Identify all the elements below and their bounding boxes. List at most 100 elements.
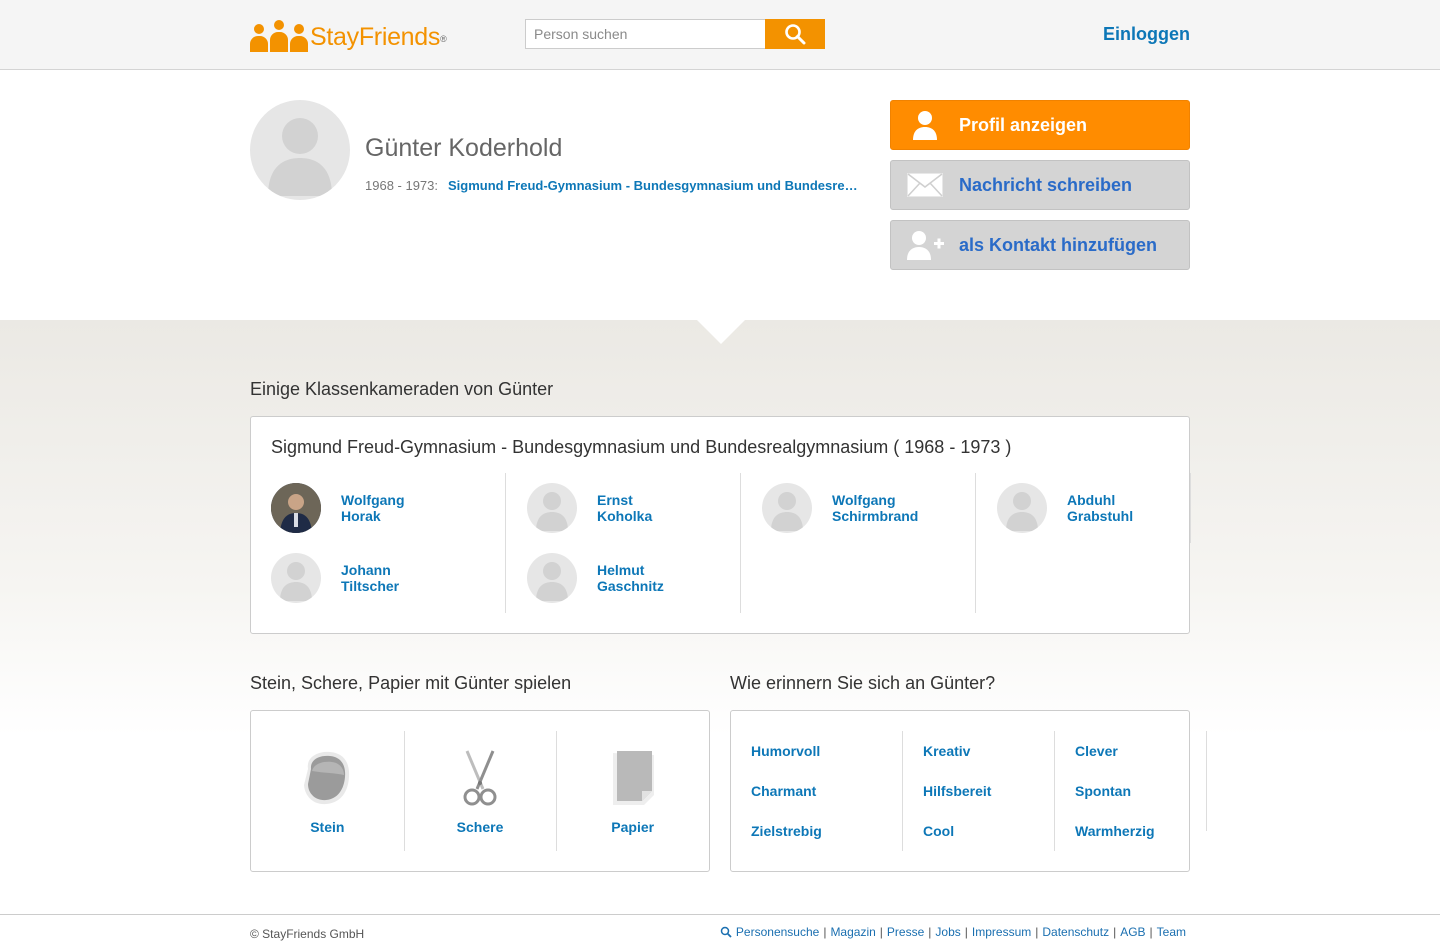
user-placeholder-icon [1006,492,1038,531]
classmate-avatar [271,553,321,603]
paper-label: Papier [611,819,655,835]
user-placeholder-icon [536,562,568,601]
add-contact-label: als Kontakt hinzufügen [959,234,1157,255]
classmate-avatar [527,553,577,603]
stone-option[interactable]: Stein [251,711,404,869]
registered-mark: ® [440,34,447,44]
profile-actions: Profil anzeigen Nachricht schreiben als … [890,100,1190,280]
section-notch [697,320,745,344]
traits-panel: Humorvoll Charmant Zielstrebig Kreativ H… [730,710,1207,872]
classmates-panel: Sigmund Freud-Gymnasium - Bundesgymnasiu… [250,416,1191,634]
trait-link[interactable]: Spontan [1075,771,1206,811]
scissors-label: Schere [456,819,504,835]
stone-label: Stein [310,819,345,835]
people-logo-icon [250,20,308,52]
user-placeholder-icon [771,492,803,531]
scissors-option[interactable]: Schere [403,711,557,869]
footer-link-impressum[interactable]: Impressum [972,925,1031,939]
classmate-last-name: Horak [341,508,381,524]
envelope-icon [907,173,943,197]
classmate-avatar [527,483,577,533]
classmates-column: Ernst Koholka Helmut Gaschnitz [506,473,741,613]
memory-title: Wie erinnern Sie sich an Günter? [730,673,996,693]
footer-link-personensuche[interactable]: Personensuche [736,925,819,939]
classmate-first-name: Helmut [597,562,645,578]
add-contact-button[interactable]: als Kontakt hinzufügen [890,220,1190,270]
profile-school-link[interactable]: Sigmund Freud-Gymnasium - Bundesgymnasiu… [448,178,858,193]
classmate-last-name: Koholka [597,508,653,524]
stayfriends-logo[interactable]: StayFriends® [250,18,447,52]
classmate-avatar [997,483,1047,533]
logo-wordmark: StayFriends® [310,23,447,51]
classmate-photo [271,483,321,533]
footer-links: Personensuche | Magazin | Presse | Jobs | Im… [720,925,1186,939]
traits-column: Clever Spontan Warmherzig [1055,731,1207,839]
scissors-icon [463,750,497,806]
trait-link[interactable]: Kreativ [923,731,1054,771]
classmates-column: Abduhl Grabstuhl [976,473,1191,543]
show-profile-label: Profil anzeigen [959,114,1088,135]
classmate-item[interactable]: Wolfgang Schirmbrand [762,473,975,543]
classmate-last-name: Gaschnitz [597,578,664,594]
copyright-text: © StayFriends GmbH [250,927,365,941]
search-input[interactable] [525,19,765,49]
rock-paper-scissors-panel: Stein Schere Papier [250,710,710,872]
add-user-icon [907,231,944,260]
profile-avatar [250,100,350,200]
paper-option[interactable]: Papier [556,711,709,869]
profile-name: Günter Koderhold [365,134,563,162]
classmates-school-heading: Sigmund Freud-Gymnasium - Bundesgymnasiu… [271,437,1012,457]
footer-link-magazin[interactable]: Magazin [830,925,875,939]
write-message-button[interactable]: Nachricht schreiben [890,160,1190,210]
traits-grid: Humorvoll Charmant Zielstrebig Kreativ H… [751,731,1207,851]
classmate-first-name: Wolfgang [341,492,405,508]
search-icon [720,926,732,938]
profile-years: 1968 - 1973: [365,178,439,193]
search-icon [785,24,806,45]
classmate-avatar [762,483,812,533]
classmates-column: Wolfgang Horak Johann Tiltscher [271,473,506,613]
search-button[interactable] [765,19,825,49]
traits-column: Humorvoll Charmant Zielstrebig [751,731,903,851]
trait-link[interactable]: Zielstrebig [751,811,902,851]
top-header: StayFriends® Einloggen [0,0,1440,70]
classmate-first-name: Abduhl [1067,492,1116,508]
stone-icon [304,751,350,805]
classmate-item[interactable]: Ernst Koholka [527,473,740,543]
page-footer: © StayFriends GmbH Personensuche | Magazi… [0,914,1440,949]
classmate-item[interactable]: Helmut Gaschnitz [527,543,740,613]
paper-icon [612,751,654,805]
user-placeholder-icon [268,118,332,196]
trait-link[interactable]: Clever [1075,731,1206,771]
trait-link[interactable]: Cool [923,811,1054,851]
show-profile-button[interactable]: Profil anzeigen [890,100,1190,150]
write-message-label: Nachricht schreiben [959,174,1133,195]
user-placeholder-icon [280,562,312,601]
classmate-item[interactable]: Abduhl Grabstuhl [997,473,1190,543]
classmate-last-name: Tiltscher [341,578,400,594]
classmate-item[interactable]: Wolfgang Horak [271,473,505,543]
user-placeholder-icon [536,492,568,531]
trait-link[interactable]: Hilfsbereit [923,771,1054,811]
classmate-item[interactable]: Johann Tiltscher [271,543,505,613]
lower-content: Einige Klassenkameraden von Günter Sigmu… [0,320,1440,914]
person-icon [913,111,937,140]
person-search [525,19,825,49]
classmate-last-name: Schirmbrand [832,508,919,524]
trait-link[interactable]: Warmherzig [1075,811,1206,851]
footer-link-agb[interactable]: AGB [1120,925,1145,939]
classmate-first-name: Johann [341,562,391,578]
game-title: Stein, Schere, Papier mit Günter spielen [250,673,572,693]
footer-link-presse[interactable]: Presse [887,925,924,939]
classmate-last-name: Grabstuhl [1067,508,1134,524]
classmate-first-name: Ernst [597,492,633,508]
trait-link[interactable]: Humorvoll [751,731,902,771]
traits-column: Kreativ Hilfsbereit Cool [903,731,1055,851]
classmates-grid: Wolfgang Horak Johann Tiltscher Ernst Kohol… [271,473,1191,613]
classmates-title: Einige Klassenkameraden von Günter [250,379,554,399]
footer-link-team[interactable]: Team [1157,925,1186,939]
footer-link-datenschutz[interactable]: Datenschutz [1042,925,1109,939]
login-link[interactable]: Einloggen [1103,24,1190,45]
trait-link[interactable]: Charmant [751,771,902,811]
footer-link-jobs[interactable]: Jobs [935,925,960,939]
